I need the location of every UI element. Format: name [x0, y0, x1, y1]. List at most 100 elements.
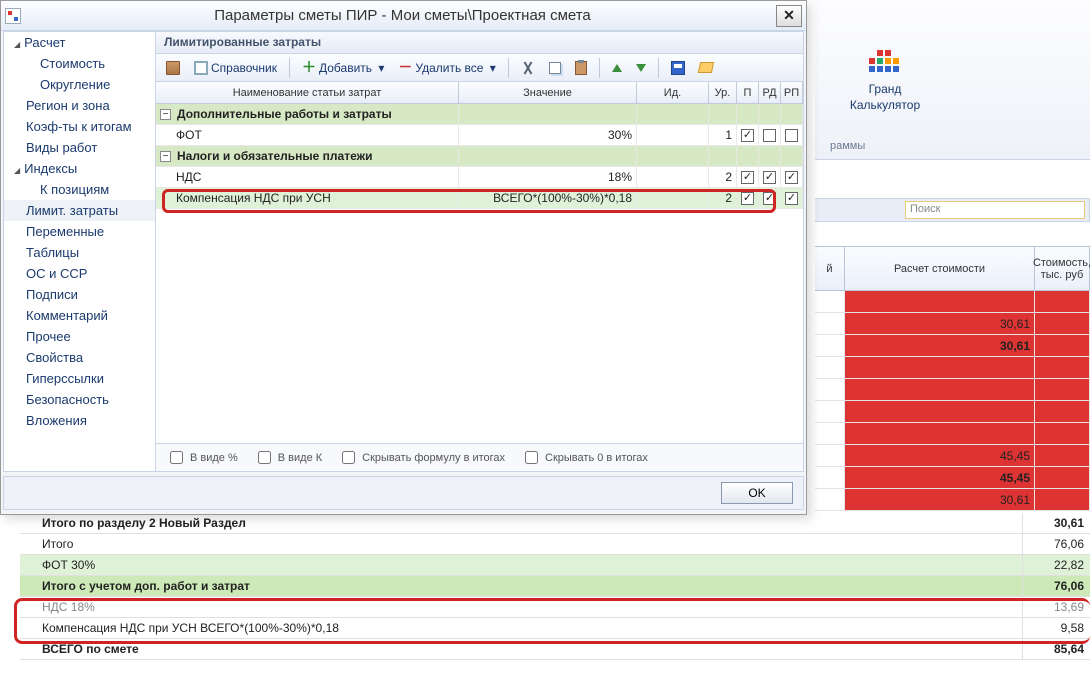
checkbox[interactable]	[785, 171, 798, 184]
bg-col-cost: Стоимость, тыс. руб	[1035, 247, 1090, 291]
close-button[interactable]: ✕	[776, 5, 802, 27]
summary-row: ФОТ 30%22,82	[20, 555, 1090, 576]
paste-icon	[575, 61, 587, 75]
bg-val: 30,61	[845, 489, 1035, 510]
summary-value: 85,64	[1022, 639, 1090, 659]
arrow-up-icon	[612, 64, 622, 72]
nav-item-13[interactable]: Комментарий	[4, 305, 155, 326]
chk-hide-formula[interactable]: Скрывать формулу в итогах	[338, 448, 505, 467]
row-level: 2	[709, 188, 737, 208]
grid-header: Наименование статьи затрат Значение Ид. …	[156, 82, 803, 104]
summary-value: 9,58	[1022, 618, 1090, 638]
nav-item-16[interactable]: Гиперссылки	[4, 368, 155, 389]
nav-item-10[interactable]: Таблицы	[4, 242, 155, 263]
grid-row[interactable]: НДС18%2	[156, 167, 803, 188]
checkbox[interactable]	[741, 192, 754, 205]
bg-col-calc: Расчет стоимости	[845, 247, 1035, 291]
chk-hide-zero[interactable]: Скрывать 0 в итогах	[521, 448, 648, 467]
nav-item-5[interactable]: Виды работ	[4, 137, 155, 158]
summary-row: Итого76,06	[20, 534, 1090, 555]
grid-row[interactable]: −Дополнительные работы и затраты	[156, 104, 803, 125]
nav-item-7[interactable]: К позициям	[4, 179, 155, 200]
grid-row[interactable]: Компенсация НДС при УСНВСЕГО*(100%-30%)*…	[156, 188, 803, 209]
nav-item-3[interactable]: Регион и зона	[4, 95, 155, 116]
checkbox[interactable]	[741, 129, 754, 142]
tb-add[interactable]: ＋Добавить ▾	[296, 59, 390, 77]
summary-value: 30,61	[1022, 513, 1090, 533]
nav-item-17[interactable]: Безопасность	[4, 389, 155, 410]
row-name: Компенсация НДС при УСН	[156, 188, 459, 208]
ok-button[interactable]: OK	[721, 482, 793, 504]
nav-item-6[interactable]: Индексы	[4, 158, 155, 179]
checkbox[interactable]	[785, 192, 798, 205]
book-icon	[166, 61, 180, 75]
col-id[interactable]: Ид.	[637, 82, 709, 103]
tb-del-label: Удалить все	[415, 61, 483, 75]
checkbox[interactable]	[763, 129, 776, 142]
nav-item-18[interactable]: Вложения	[4, 410, 155, 431]
app-icon	[5, 8, 21, 24]
nav-item-12[interactable]: Подписи	[4, 284, 155, 305]
nav-item-4[interactable]: Коэф-ты к итогам	[4, 116, 155, 137]
col-level[interactable]: Ур.	[709, 82, 737, 103]
nav-item-15[interactable]: Свойства	[4, 347, 155, 368]
checkbox[interactable]	[741, 171, 754, 184]
minus-icon: －	[398, 61, 412, 75]
nav-item-8[interactable]: Лимит. затраты	[4, 200, 155, 221]
nav-tree[interactable]: РасчетСтоимостьОкруглениеРегион и зонаКо…	[3, 31, 156, 472]
tb-book[interactable]	[160, 59, 186, 77]
summary-label: ФОТ 30%	[20, 558, 1022, 572]
tb-save[interactable]	[665, 59, 691, 77]
ribbon-calculator-group[interactable]: Гранд Калькулятор	[830, 50, 940, 113]
tb-cut[interactable]	[515, 59, 541, 77]
checkbox[interactable]	[763, 192, 776, 205]
nav-item-9[interactable]: Переменные	[4, 221, 155, 242]
bg-val: 45,45	[845, 445, 1035, 466]
checkbox[interactable]	[785, 129, 798, 142]
nav-item-11[interactable]: ОС и ССР	[4, 263, 155, 284]
grp-name: −Налоги и обязательные платежи	[156, 146, 459, 166]
tb-copy[interactable]	[543, 60, 567, 76]
summary-row: Итого по разделу 2 Новый Раздел30,61	[20, 513, 1090, 534]
col-name[interactable]: Наименование статьи затрат	[156, 82, 459, 103]
grid-body[interactable]: −Дополнительные работы и затратыФОТ30% 1 −…	[156, 104, 803, 443]
row-value: 30%	[459, 125, 637, 145]
tb-add-label: Добавить	[319, 61, 372, 75]
tb-move-up[interactable]	[606, 62, 628, 74]
ribbon: Гранд Калькулятор раммы	[815, 0, 1090, 160]
summary-value: 76,06	[1022, 534, 1090, 554]
tb-move-down[interactable]	[630, 62, 652, 74]
col-rd[interactable]: РД	[759, 82, 781, 103]
col-p[interactable]: П	[737, 82, 759, 103]
row-name: ФОТ	[156, 125, 459, 145]
ribbon-calc-label2: Калькулятор	[830, 98, 940, 114]
search-input[interactable]: Поиск	[905, 201, 1085, 219]
chk-percent[interactable]: В виде %	[166, 448, 238, 467]
summary-table: Итого по разделу 2 Новый Раздел30,61Итог…	[20, 513, 1090, 660]
nav-item-0[interactable]: Расчет	[4, 32, 155, 53]
ribbon-group-name: раммы	[830, 140, 865, 152]
nav-item-14[interactable]: Прочее	[4, 326, 155, 347]
panel-title: Лимитированные затраты	[156, 32, 803, 54]
tb-paste[interactable]	[569, 59, 593, 77]
nav-item-2[interactable]: Округление	[4, 74, 155, 95]
grid-row[interactable]: −Налоги и обязательные платежи	[156, 146, 803, 167]
nav-item-1[interactable]: Стоимость	[4, 53, 155, 74]
tb-open[interactable]	[693, 60, 719, 75]
row-value: ВСЕГО*(100%-30%)*0,18	[459, 188, 637, 208]
tb-reference[interactable]: Справочник	[188, 59, 283, 77]
chk-k[interactable]: В виде К	[254, 448, 322, 467]
tb-delete-all[interactable]: －Удалить все ▾	[392, 59, 501, 77]
row-level: 1	[709, 125, 737, 145]
summary-label: Итого по разделу 2 Новый Раздел	[20, 516, 1022, 530]
col-value[interactable]: Значение	[459, 82, 637, 103]
summary-value: 76,06	[1022, 576, 1090, 596]
summary-row: ВСЕГО по смете85,64	[20, 639, 1090, 660]
ribbon-calc-label1: Гранд	[830, 82, 940, 98]
bg-val: 30,61	[845, 313, 1035, 334]
summary-label: ВСЕГО по смете	[20, 642, 1022, 656]
checkbox[interactable]	[763, 171, 776, 184]
col-rp[interactable]: РП	[781, 82, 803, 103]
panel-footer: В виде % В виде К Скрывать формулу в ито…	[156, 443, 803, 471]
grid-row[interactable]: ФОТ30% 1	[156, 125, 803, 146]
